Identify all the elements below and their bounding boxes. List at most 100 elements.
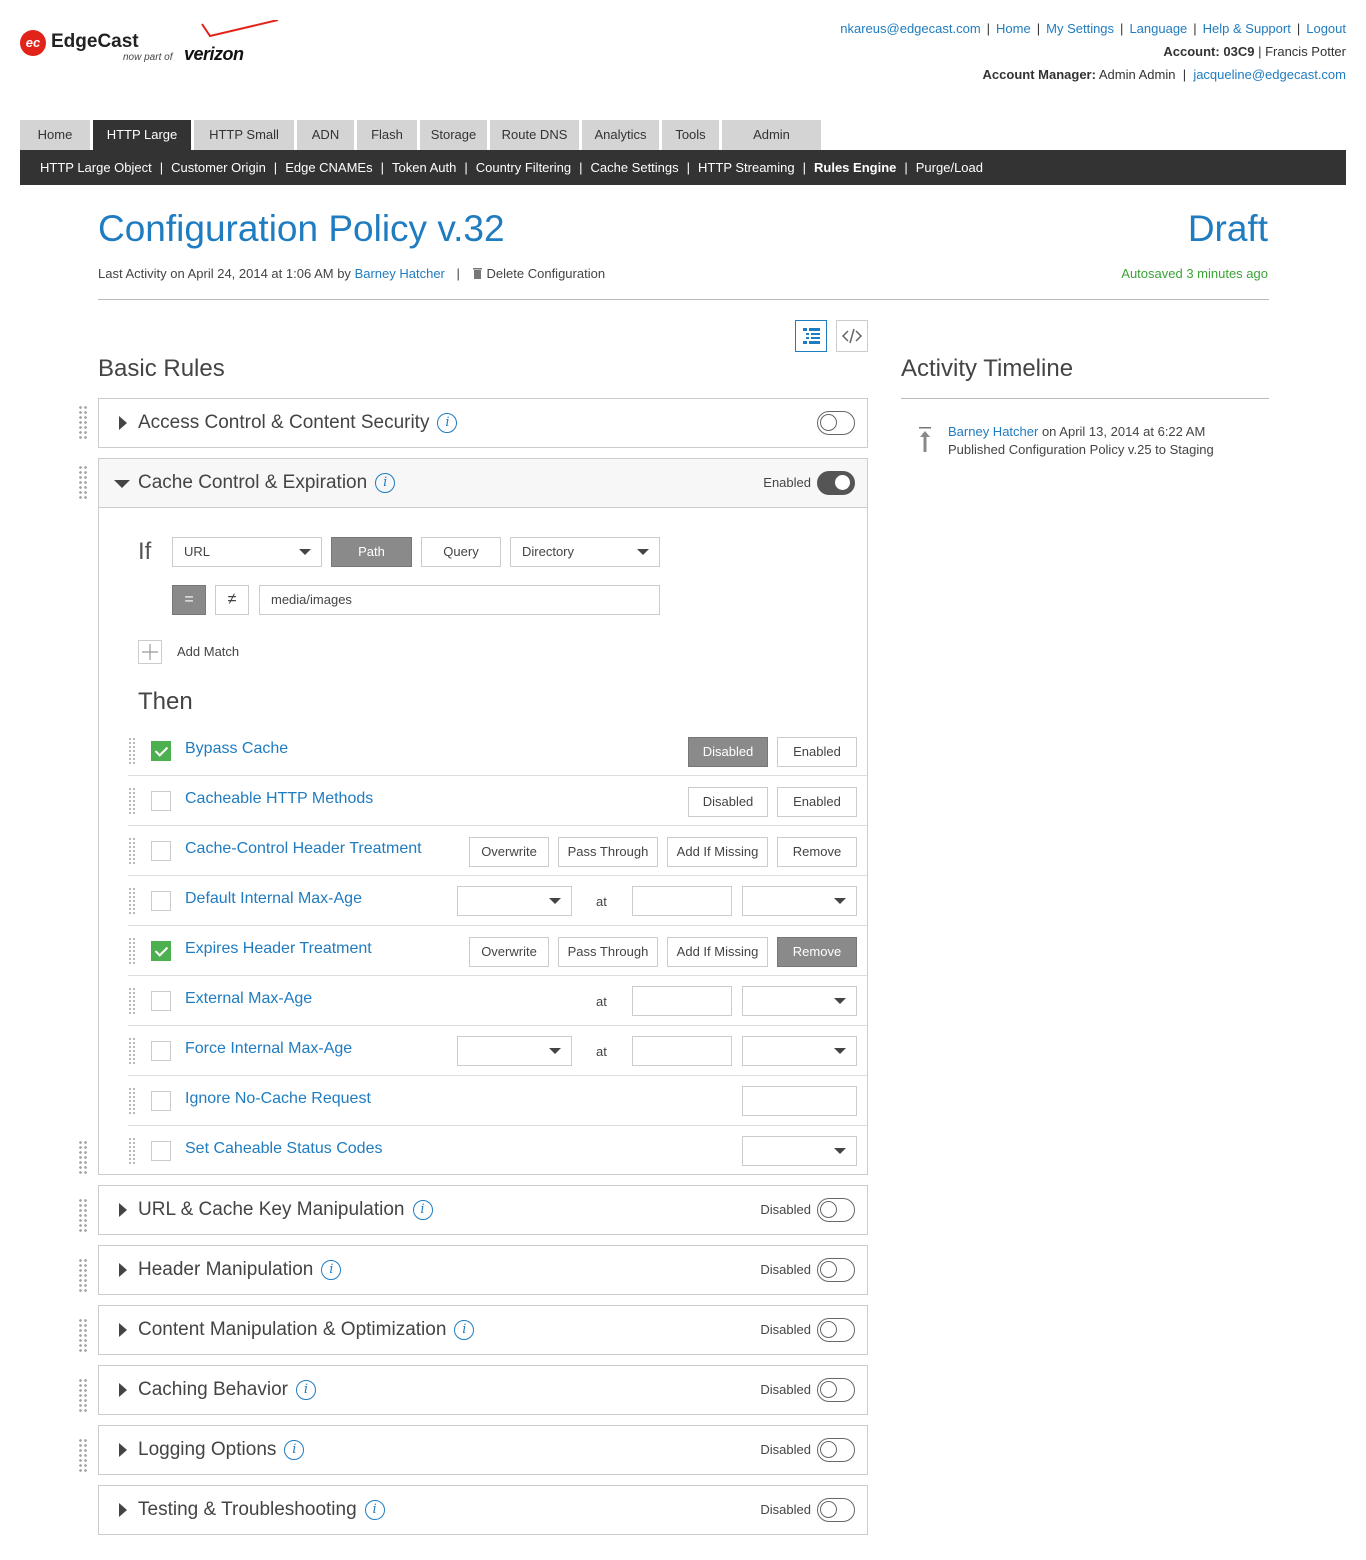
drag-handle-icon[interactable]	[128, 887, 136, 915]
testing-troubleshooting-toggle[interactable]	[817, 1498, 855, 1522]
expires-header-checkbox[interactable]	[151, 941, 171, 961]
expires-overwrite-button[interactable]: Overwrite	[469, 937, 549, 967]
drag-handle-icon[interactable]	[78, 405, 88, 441]
url-cache-key-toggle[interactable]	[817, 1198, 855, 1222]
my-settings-link[interactable]: My Settings	[1046, 21, 1114, 36]
info-icon[interactable]: i	[364, 1500, 385, 1520]
panel-header[interactable]: Header Manipulation i Disabled	[99, 1246, 867, 1294]
panel-header[interactable]: Access Control & Content Security i	[99, 399, 867, 447]
rule-name[interactable]: External Max-Age	[185, 990, 312, 1008]
status-codes-checkbox[interactable]	[151, 1141, 171, 1161]
panel-header[interactable]: Testing & Troubleshooting i Disabled	[99, 1486, 867, 1534]
tab-route-dns[interactable]: Route DNS	[490, 120, 579, 150]
drag-handle-icon[interactable]	[78, 1258, 88, 1294]
cc-header-checkbox[interactable]	[151, 841, 171, 861]
rule-name[interactable]: Cacheable HTTP Methods	[185, 790, 373, 808]
external-max-age-checkbox[interactable]	[151, 991, 171, 1011]
bypass-cache-checkbox[interactable]	[151, 741, 171, 761]
equals-button[interactable]: =	[172, 585, 206, 615]
info-icon[interactable]: i	[412, 1200, 433, 1220]
panel-header[interactable]: URL & Cache Key Manipulation i Disabled	[99, 1186, 867, 1234]
tab-adn[interactable]: ADN	[297, 120, 354, 150]
home-link[interactable]: Home	[996, 21, 1031, 36]
drag-handle-icon[interactable]	[78, 1198, 88, 1234]
not-equals-button[interactable]: ≠	[215, 585, 249, 615]
user-email-link[interactable]: nkareus@edgecast.com	[840, 21, 980, 36]
drag-handle-icon[interactable]	[128, 787, 136, 815]
expires-pass-through-button[interactable]: Pass Through	[558, 937, 658, 967]
rule-name[interactable]: Force Internal Max-Age	[185, 1040, 352, 1058]
force-age-value-input[interactable]	[632, 1036, 732, 1066]
help-support-link[interactable]: Help & Support	[1203, 21, 1291, 36]
panel-header[interactable]: Cache Control & Expiration i Enabled	[99, 459, 867, 508]
list-view-button[interactable]	[795, 320, 827, 352]
cache-control-toggle[interactable]	[817, 471, 855, 495]
rule-name[interactable]: Set Caheable Status Codes	[185, 1140, 382, 1158]
info-icon[interactable]: i	[454, 1320, 475, 1340]
drag-handle-icon[interactable]	[78, 1378, 88, 1414]
subnav-customer-origin[interactable]: Customer Origin	[171, 160, 266, 175]
external-age-unit-select[interactable]	[742, 986, 857, 1016]
cc-overwrite-button[interactable]: Overwrite	[469, 837, 549, 867]
subnav-edge-cnames[interactable]: Edge CNAMEs	[285, 160, 372, 175]
methods-disabled-button[interactable]: Disabled	[688, 787, 768, 817]
tab-storage[interactable]: Storage	[420, 120, 487, 150]
logging-options-toggle[interactable]	[817, 1438, 855, 1462]
drag-handle-icon[interactable]	[78, 1140, 88, 1176]
delete-configuration-button[interactable]: Delete Configuration	[472, 266, 605, 281]
path-button[interactable]: Path	[331, 537, 412, 567]
status-codes-select[interactable]	[742, 1136, 857, 1166]
tab-analytics[interactable]: Analytics	[582, 120, 659, 150]
panel-header[interactable]: Logging Options i Disabled	[99, 1426, 867, 1474]
subnav-http-large-object[interactable]: HTTP Large Object	[40, 160, 152, 175]
subnav-cache-settings[interactable]: Cache Settings	[590, 160, 678, 175]
tab-tools[interactable]: Tools	[662, 120, 719, 150]
cc-pass-through-button[interactable]: Pass Through	[558, 837, 658, 867]
info-icon[interactable]: i	[437, 413, 458, 433]
ignore-no-cache-input[interactable]	[742, 1086, 857, 1116]
header-manipulation-toggle[interactable]	[817, 1258, 855, 1282]
caching-behavior-toggle[interactable]	[817, 1378, 855, 1402]
drag-handle-icon[interactable]	[128, 1137, 136, 1165]
brand-logo[interactable]: ec EdgeCast now part of verizon	[20, 20, 279, 70]
default-max-age-checkbox[interactable]	[151, 891, 171, 911]
match-value-input[interactable]: media/images	[259, 585, 660, 615]
drag-handle-icon[interactable]	[78, 465, 88, 501]
external-age-value-input[interactable]	[632, 986, 732, 1016]
content-manipulation-toggle[interactable]	[817, 1318, 855, 1342]
drag-handle-icon[interactable]	[128, 987, 136, 1015]
language-link[interactable]: Language	[1129, 21, 1187, 36]
bypass-disabled-button[interactable]: Disabled	[688, 737, 768, 767]
expires-add-if-missing-button[interactable]: Add If Missing	[667, 937, 768, 967]
rule-name[interactable]: Expires Header Treatment	[185, 940, 372, 958]
last-activity-user-link[interactable]: Barney Hatcher	[355, 266, 445, 281]
query-button[interactable]: Query	[421, 537, 501, 567]
tab-admin[interactable]: Admin	[722, 120, 821, 150]
drag-handle-icon[interactable]	[128, 1037, 136, 1065]
logout-link[interactable]: Logout	[1306, 21, 1346, 36]
cacheable-methods-checkbox[interactable]	[151, 791, 171, 811]
subnav-token-auth[interactable]: Token Auth	[392, 160, 456, 175]
force-age-unit-select[interactable]	[742, 1036, 857, 1066]
tab-flash[interactable]: Flash	[357, 120, 417, 150]
subnav-country-filtering[interactable]: Country Filtering	[476, 160, 571, 175]
subnav-http-streaming[interactable]: HTTP Streaming	[698, 160, 795, 175]
timeline-user-link[interactable]: Barney Hatcher	[948, 424, 1038, 439]
manager-email-link[interactable]: jacqueline@edgecast.com	[1193, 67, 1346, 82]
tab-home[interactable]: Home	[20, 120, 90, 150]
rule-name[interactable]: Default Internal Max-Age	[185, 890, 362, 908]
expires-remove-button[interactable]: Remove	[777, 937, 857, 967]
drag-handle-icon[interactable]	[128, 837, 136, 865]
info-icon[interactable]: i	[295, 1380, 316, 1400]
code-view-button[interactable]	[836, 320, 868, 352]
match-field-select[interactable]: URL	[172, 537, 322, 567]
drag-handle-icon[interactable]	[128, 937, 136, 965]
tab-http-large[interactable]: HTTP Large	[93, 120, 191, 150]
info-icon[interactable]: i	[284, 1440, 305, 1460]
cc-remove-button[interactable]: Remove	[777, 837, 857, 867]
add-match-button[interactable]	[138, 640, 162, 664]
subnav-purge-load[interactable]: Purge/Load	[916, 160, 983, 175]
methods-enabled-button[interactable]: Enabled	[777, 787, 857, 817]
match-scope-select[interactable]: Directory	[510, 537, 660, 567]
drag-handle-icon[interactable]	[78, 1438, 88, 1474]
